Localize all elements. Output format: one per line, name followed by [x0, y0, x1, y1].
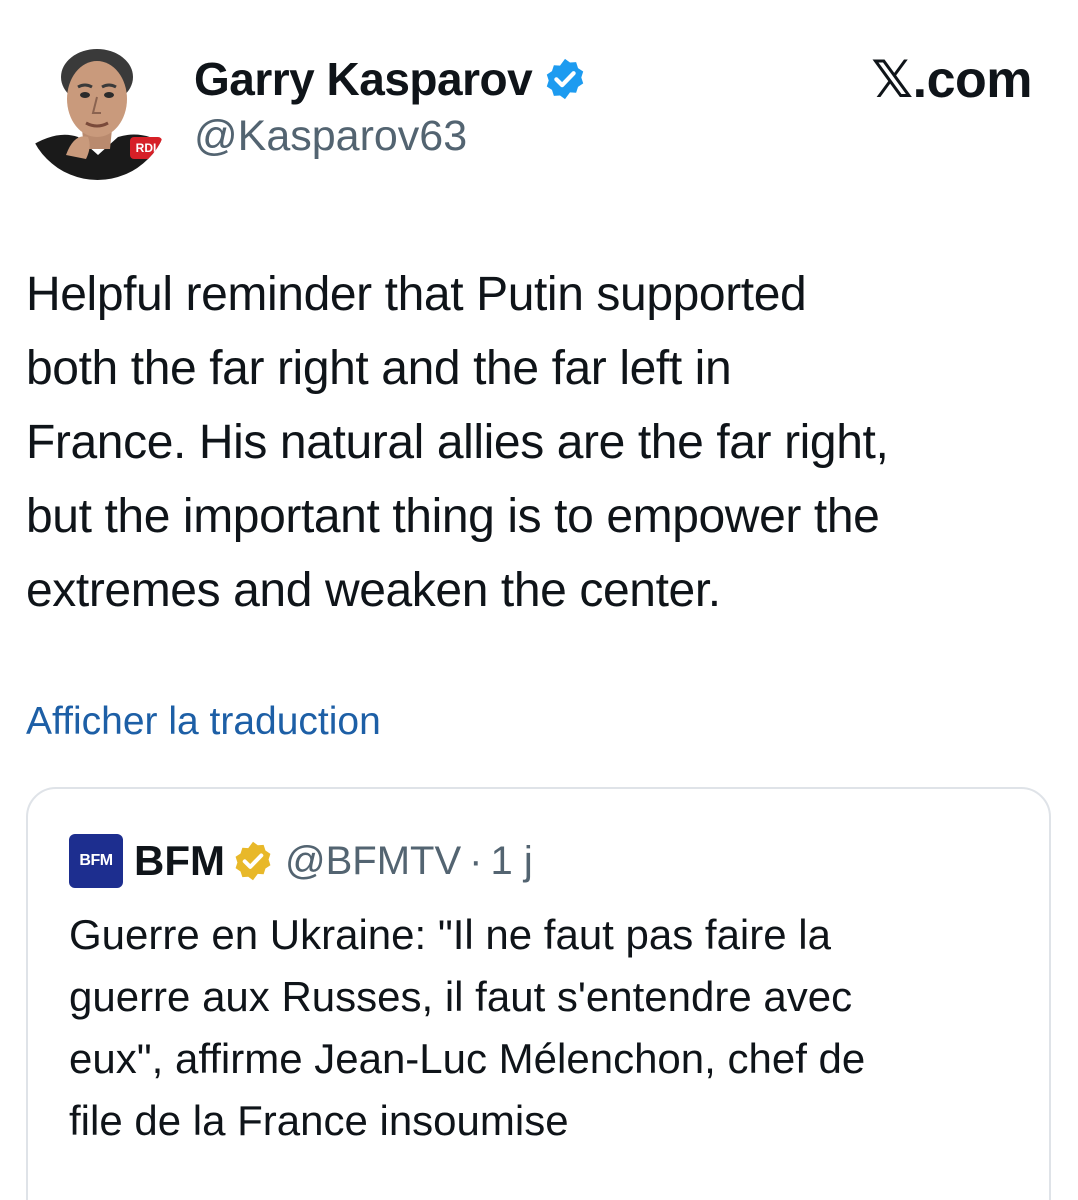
quoted-author-handle[interactable]: @BFMTV	[285, 839, 461, 884]
verified-badge-icon	[542, 56, 588, 102]
tweet-line: France. His natural allies are the far r…	[26, 416, 889, 469]
show-translation-link[interactable]: Afficher la traduction	[26, 700, 381, 744]
quoted-line: Guerre en Ukraine: "Il ne faut pas faire…	[69, 911, 831, 958]
quoted-tweet-card[interactable]: BFM BFM @BFMTV · 1 j Guerre en Ukraine: …	[26, 787, 1051, 1200]
tweet-line: but the important thing is to empower th…	[26, 490, 880, 543]
quoted-separator: ·	[469, 838, 483, 883]
quoted-timestamp[interactable]: 1 j	[490, 839, 532, 884]
tweet-text: Helpful reminder that Putin supported bo…	[26, 258, 1066, 628]
quoted-tweet-text: Guerre en Ukraine: "Il ne faut pas faire…	[69, 904, 1029, 1152]
quoted-line: file de la France insoumise	[69, 1097, 569, 1144]
author-name-row[interactable]: Garry Kasparov	[194, 48, 588, 110]
tweet-line: extremes and weaken the center.	[26, 564, 721, 617]
quoted-author-name[interactable]: BFM	[134, 837, 225, 885]
site-label: 𝕏.com	[871, 51, 1032, 109]
author-name[interactable]: Garry Kasparov	[194, 52, 533, 106]
avatar-badge: RDI	[130, 137, 162, 159]
gold-verified-badge-icon	[231, 839, 275, 883]
tweet-line: Helpful reminder that Putin supported	[26, 268, 807, 321]
tweet-line: both the far right and the far left in	[26, 342, 732, 395]
author-handle[interactable]: @Kasparov63	[194, 112, 467, 161]
bfm-avatar[interactable]: BFM	[69, 834, 123, 888]
quoted-line: guerre aux Russes, il faut s'entendre av…	[69, 973, 853, 1020]
quoted-line: eux", affirme Jean-Luc Mélenchon, chef d…	[69, 1035, 866, 1082]
quoted-tweet-header: BFM BFM @BFMTV · 1 j	[69, 833, 533, 889]
author-avatar[interactable]: RDI	[26, 37, 169, 180]
